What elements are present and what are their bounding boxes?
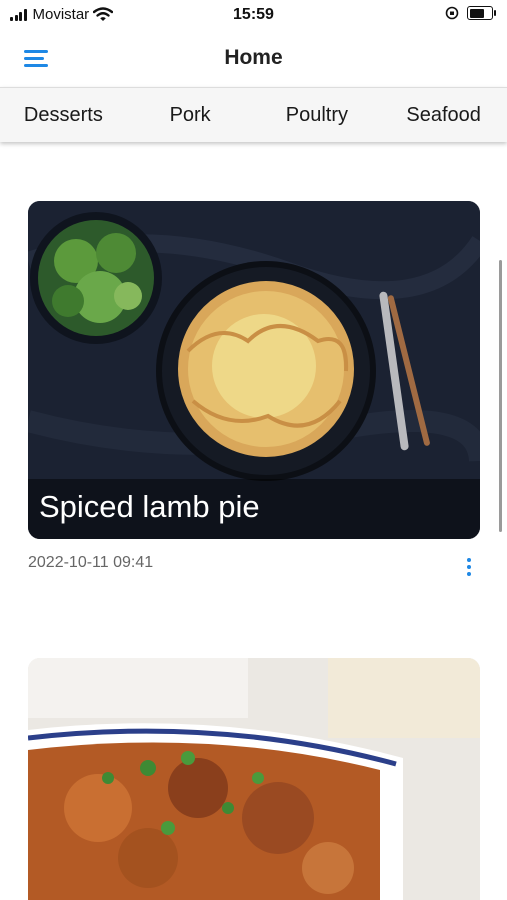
orientation-lock-icon: [445, 6, 459, 20]
battery-icon: [467, 6, 496, 20]
status-time: 15:59: [233, 6, 274, 23]
tab-pork[interactable]: Pork: [127, 104, 254, 127]
recipe-card[interactable]: Spiced lamb pie: [28, 201, 480, 539]
more-vertical-icon[interactable]: [460, 558, 478, 578]
status-bar: Movistar 15:59: [0, 0, 507, 30]
card-title-overlay: Spiced lamb pie: [28, 479, 480, 539]
recipe-timestamp: 2022-10-11 09:41: [28, 554, 154, 571]
recipe-image-stew: [28, 658, 480, 900]
tab-seafood[interactable]: Seafood: [380, 104, 507, 127]
recipe-title: Spiced lamb pie: [39, 489, 260, 524]
recipe-card[interactable]: [28, 658, 480, 900]
tab-poultry[interactable]: Poultry: [254, 104, 381, 127]
status-right: [445, 6, 496, 20]
scrollbar[interactable]: [499, 260, 502, 532]
tab-desserts[interactable]: Desserts: [0, 104, 127, 127]
app-header: Home: [0, 30, 507, 86]
category-tab-bar: Desserts Pork Poultry Seafood: [0, 87, 507, 142]
battery-fill: [469, 8, 484, 18]
page-title: Home: [224, 46, 283, 69]
